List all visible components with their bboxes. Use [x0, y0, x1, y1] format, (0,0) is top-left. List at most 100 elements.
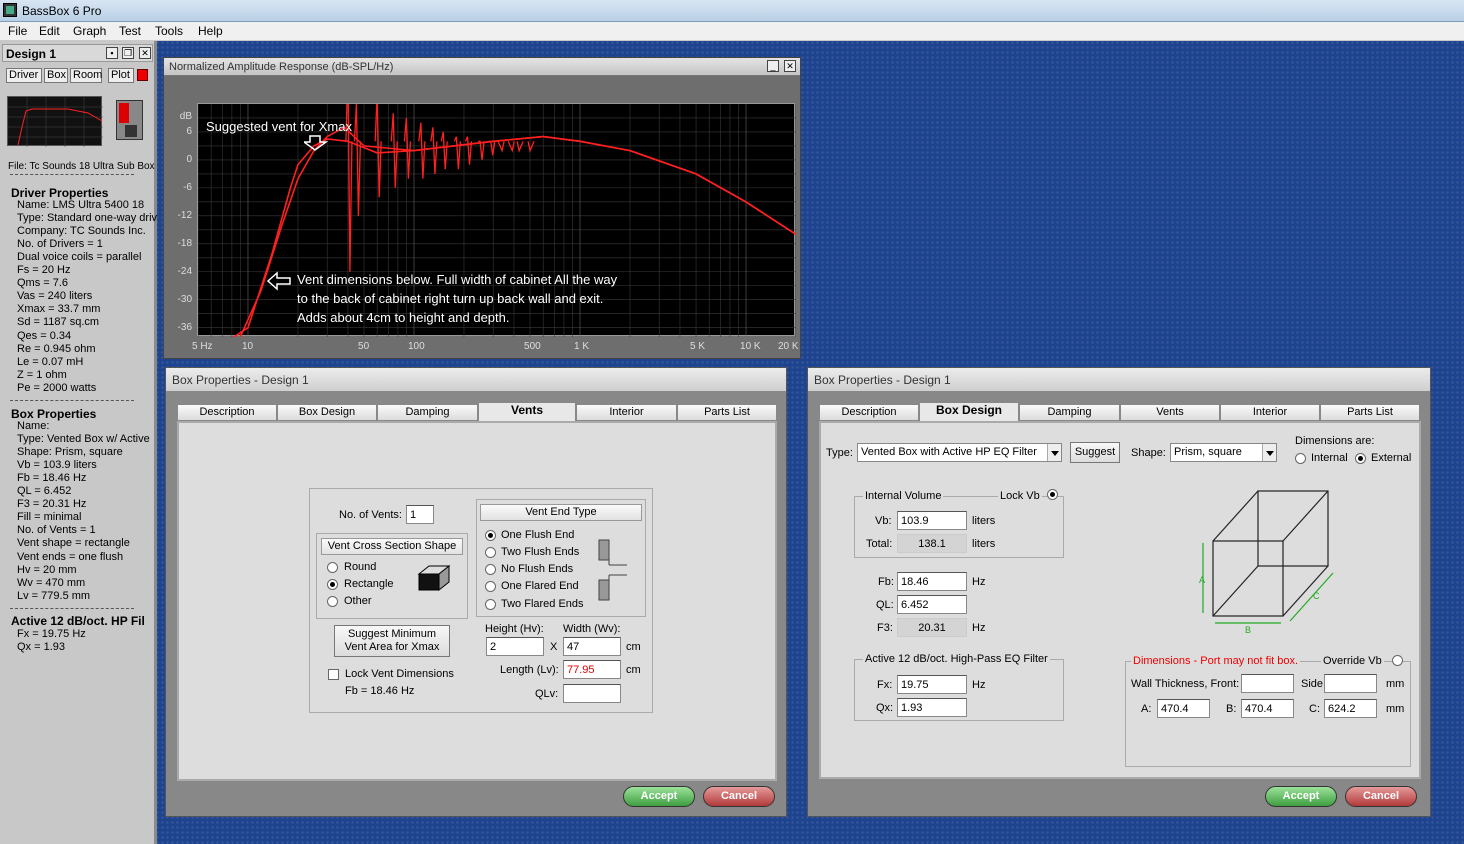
liters-unit: liters [972, 538, 996, 550]
minimize-icon[interactable]: _ [767, 60, 779, 72]
tab-room[interactable]: Room [70, 68, 102, 83]
b-label: B: [1226, 703, 1237, 715]
property-line: Fx = 19.75 Hz [17, 628, 86, 640]
tab-damping[interactable]: Damping [377, 404, 478, 421]
annotation-vent-line-2: to the back of cabinet right turn up bac… [297, 291, 604, 306]
tab-parts-list[interactable]: Parts List [677, 404, 777, 421]
radio-other[interactable] [327, 596, 338, 607]
menu-tools[interactable]: Tools [155, 24, 183, 38]
qlv-input[interactable] [563, 684, 621, 703]
cancel-button[interactable]: Cancel [703, 786, 775, 807]
suggest-button[interactable]: Suggest [1070, 442, 1120, 463]
a-input[interactable]: 470.4 [1157, 699, 1210, 718]
f3-label: F3: [877, 622, 893, 634]
resonance-spike [390, 113, 398, 188]
response-thumbnail[interactable] [7, 96, 103, 147]
close-icon[interactable]: ✕ [784, 60, 796, 72]
tab-vents[interactable]: Vents [1120, 404, 1220, 421]
length-label: Length (Lv): [500, 664, 559, 676]
suggest-minimum-vent-button[interactable]: Suggest Minimum Vent Area for Xmax [334, 625, 450, 657]
lock-vent-checkbox[interactable] [328, 669, 339, 680]
wall-side-input[interactable] [1324, 674, 1377, 693]
tab-box-design[interactable]: Box Design [919, 402, 1019, 422]
menu-edit[interactable]: Edit [39, 24, 60, 38]
tab-description[interactable]: Description [819, 404, 919, 421]
tab-driver[interactable]: Driver [6, 68, 42, 83]
tab-box[interactable]: Box [44, 68, 68, 83]
property-line: Le = 0.07 mH [17, 355, 84, 368]
type-select[interactable]: Vented Box with Active HP EQ Filter [857, 443, 1062, 462]
divider [10, 400, 134, 401]
dialog-title: Box Properties - Design 1 [814, 373, 951, 387]
c-input[interactable]: 624.2 [1324, 699, 1377, 718]
annotation-suggested-vent: Suggested vent for Xmax [206, 119, 352, 134]
radio-two-flush-ends[interactable] [485, 547, 496, 558]
restore-icon[interactable]: ❐ [122, 47, 134, 59]
menu-graph[interactable]: Graph [73, 24, 106, 38]
cm-unit: cm [626, 664, 641, 676]
height-input[interactable]: 2 [486, 637, 544, 656]
c-label: C: [1309, 703, 1320, 715]
menu-file[interactable]: File [8, 24, 27, 38]
no-vents-input[interactable]: 1 [406, 505, 434, 524]
tab-parts-list[interactable]: Parts List [1320, 404, 1420, 421]
dimensions-warning: Dimensions - Port may not fit box. [1131, 655, 1301, 667]
radio-two-flared-ends[interactable] [485, 599, 496, 610]
x-tick-label: 1 K [574, 341, 590, 352]
override-vb-radio[interactable] [1392, 655, 1403, 666]
radio-one-flared-end[interactable] [485, 581, 496, 592]
tab-description[interactable]: Description [177, 404, 277, 421]
width-input[interactable]: 47 [563, 637, 621, 656]
box-thumbnail[interactable] [116, 100, 143, 140]
lock-vb-radio[interactable] [1047, 489, 1058, 500]
cancel-button[interactable]: Cancel [1345, 786, 1417, 807]
radio-round[interactable] [327, 562, 338, 573]
save-icon[interactable]: ▪ [106, 47, 118, 59]
height-label: Height (Hv): [485, 623, 544, 635]
shape-select[interactable]: Prism, square [1170, 443, 1277, 462]
plot-color-swatch[interactable] [137, 69, 148, 81]
close-icon[interactable]: ✕ [139, 47, 151, 59]
resonance-spike [453, 136, 462, 170]
down-arrow-icon [304, 135, 329, 151]
lock-vent-label: Lock Vent Dimensions [345, 668, 454, 680]
tab-interior[interactable]: Interior [1220, 404, 1320, 421]
y-tick-label: -24 [177, 265, 192, 277]
label-one-flush-end: One Flush End [501, 529, 575, 541]
fx-input[interactable]: 19.75 [897, 675, 967, 694]
liters-unit: liters [972, 515, 996, 527]
chevron-down-icon [1262, 444, 1276, 461]
y-tick-label: -18 [177, 237, 192, 249]
radio-no-flush-ends[interactable] [485, 564, 496, 575]
qlv-label: QLv: [535, 688, 559, 700]
total-readout: 138.1 [897, 534, 967, 553]
dimension-c-label: C [1313, 591, 1320, 601]
accept-button[interactable]: Accept [1265, 786, 1337, 807]
tab-interior[interactable]: Interior [576, 404, 677, 421]
property-line: Fill = minimal [17, 511, 82, 524]
tab-box-design[interactable]: Box Design [277, 404, 377, 421]
qx-input[interactable]: 1.93 [897, 698, 967, 717]
radio-internal[interactable] [1295, 453, 1306, 464]
radio-rectangle[interactable] [327, 579, 338, 590]
fb-input[interactable]: 18.46 [897, 572, 967, 591]
vb-input[interactable]: 103.9 [897, 511, 967, 530]
menu-test[interactable]: Test [119, 24, 141, 38]
tab-plot[interactable]: Plot [108, 68, 134, 83]
design-title: Design 1 [6, 47, 57, 61]
b-input[interactable]: 470.4 [1241, 699, 1294, 718]
type-label: Type: [826, 447, 853, 459]
accept-button[interactable]: Accept [623, 786, 695, 807]
menu-help[interactable]: Help [198, 24, 223, 38]
property-line: Re = 0.945 ohm [17, 342, 96, 355]
radio-one-flush-end[interactable] [485, 530, 496, 541]
radio-external[interactable] [1355, 453, 1366, 464]
amplitude-response-window: Normalized Amplitude Response (dB-SPL/Hz… [163, 57, 801, 359]
wall-front-input[interactable] [1241, 674, 1294, 693]
hz-unit: Hz [972, 622, 986, 634]
length-input[interactable]: 77.95 [563, 660, 621, 679]
tab-damping[interactable]: Damping [1019, 404, 1120, 421]
ql-input[interactable]: 6.452 [897, 595, 967, 614]
fb-readout: Fb = 18.46 Hz [345, 685, 415, 697]
tab-vents[interactable]: Vents [478, 402, 576, 422]
